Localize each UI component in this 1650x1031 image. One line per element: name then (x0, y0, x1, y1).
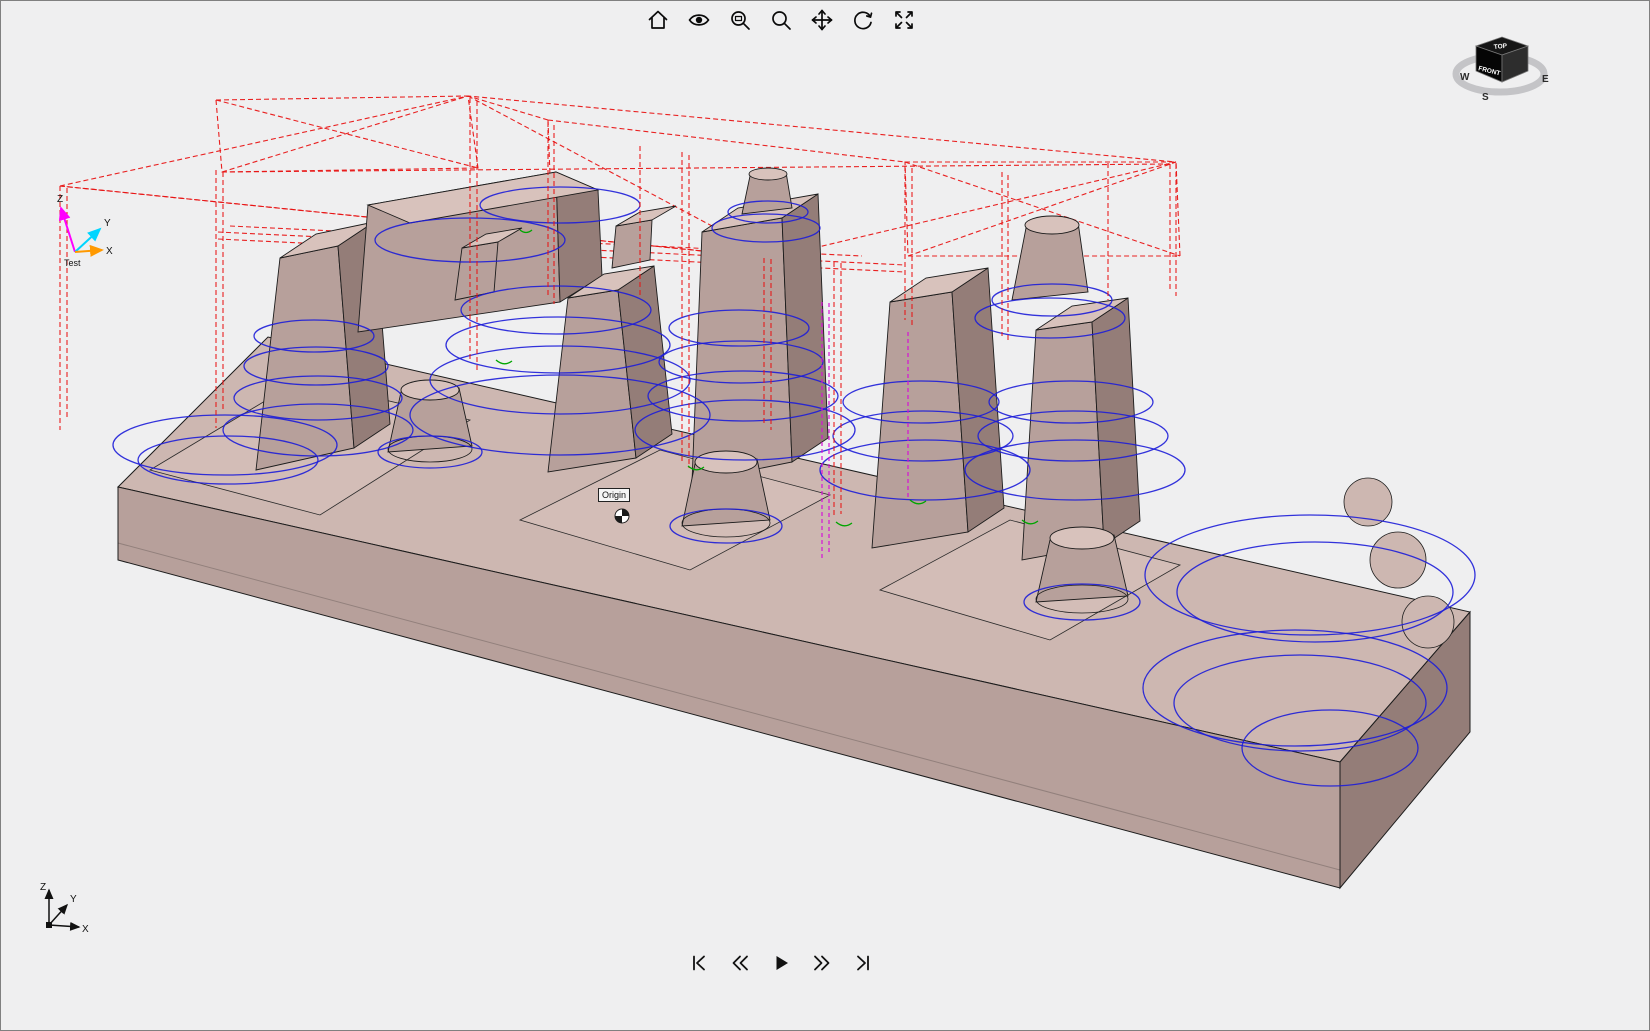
screen-x-axis (49, 925, 79, 927)
view-cube[interactable]: W S E TOP FRONT (1452, 22, 1556, 114)
screen-y-label: Y (70, 894, 77, 905)
pan-button[interactable] (808, 6, 836, 34)
wcs-y-axis (75, 229, 100, 252)
zoom-button[interactable] (767, 6, 795, 34)
go-to-end-icon (853, 953, 873, 973)
wcs-z-label: Z (57, 194, 63, 205)
zoom-icon (769, 8, 793, 32)
wcs-x-label: X (106, 246, 113, 257)
view-visibility-button[interactable] (685, 6, 713, 34)
home-icon (646, 8, 670, 32)
view-cube-top-label[interactable]: TOP (1493, 43, 1508, 51)
compass-south[interactable]: S (1482, 92, 1489, 103)
step-forward-button[interactable] (810, 951, 834, 975)
play-icon (771, 953, 791, 973)
go-to-end-button[interactable] (851, 951, 875, 975)
origin-ball (615, 509, 629, 523)
origin-marker: Origin (598, 488, 630, 502)
step-backward-icon (730, 953, 750, 973)
home-button[interactable] (644, 6, 672, 34)
wcs-z-axis (61, 208, 75, 252)
screen-x-label: X (82, 924, 89, 935)
screen-axis-triad: Z Y X (34, 880, 98, 944)
screen-z-label: Z (40, 882, 46, 893)
step-backward-button[interactable] (728, 951, 752, 975)
boss-frustum (1012, 216, 1088, 300)
wcs-name-label: Test (64, 258, 81, 268)
rotate-view-button[interactable] (849, 6, 877, 34)
fit-view-icon (892, 8, 916, 32)
view-toolbar (644, 6, 918, 34)
wcs-y-label: Y (104, 218, 111, 229)
playback-controls (687, 951, 875, 975)
step-forward-icon (812, 953, 832, 973)
edge-scallop (1402, 596, 1454, 648)
rotate-icon (851, 8, 875, 32)
core-small-wedge (612, 206, 676, 268)
pan-icon (810, 8, 834, 32)
edge-scallop (1370, 532, 1426, 588)
view-cube-body[interactable]: TOP FRONT (1476, 37, 1528, 82)
compass-east[interactable]: E (1542, 74, 1549, 85)
fit-view-button[interactable] (890, 6, 918, 34)
core-tower (872, 268, 1004, 548)
eye-icon (687, 8, 711, 32)
wcs-triad: Z Y X Test (50, 190, 128, 272)
zoom-window-icon (728, 8, 752, 32)
machined-part (118, 168, 1470, 888)
3d-viewport[interactable] (0, 0, 1650, 1031)
wcs-x-axis (75, 250, 102, 252)
go-to-start-icon (689, 953, 709, 973)
zoom-window-button[interactable] (726, 6, 754, 34)
origin-label: Origin (602, 490, 626, 500)
play-button[interactable] (769, 951, 793, 975)
boss-frustum (742, 168, 792, 214)
compass-west[interactable]: W (1460, 72, 1470, 83)
screen-y-axis (49, 905, 67, 925)
go-to-start-button[interactable] (687, 951, 711, 975)
